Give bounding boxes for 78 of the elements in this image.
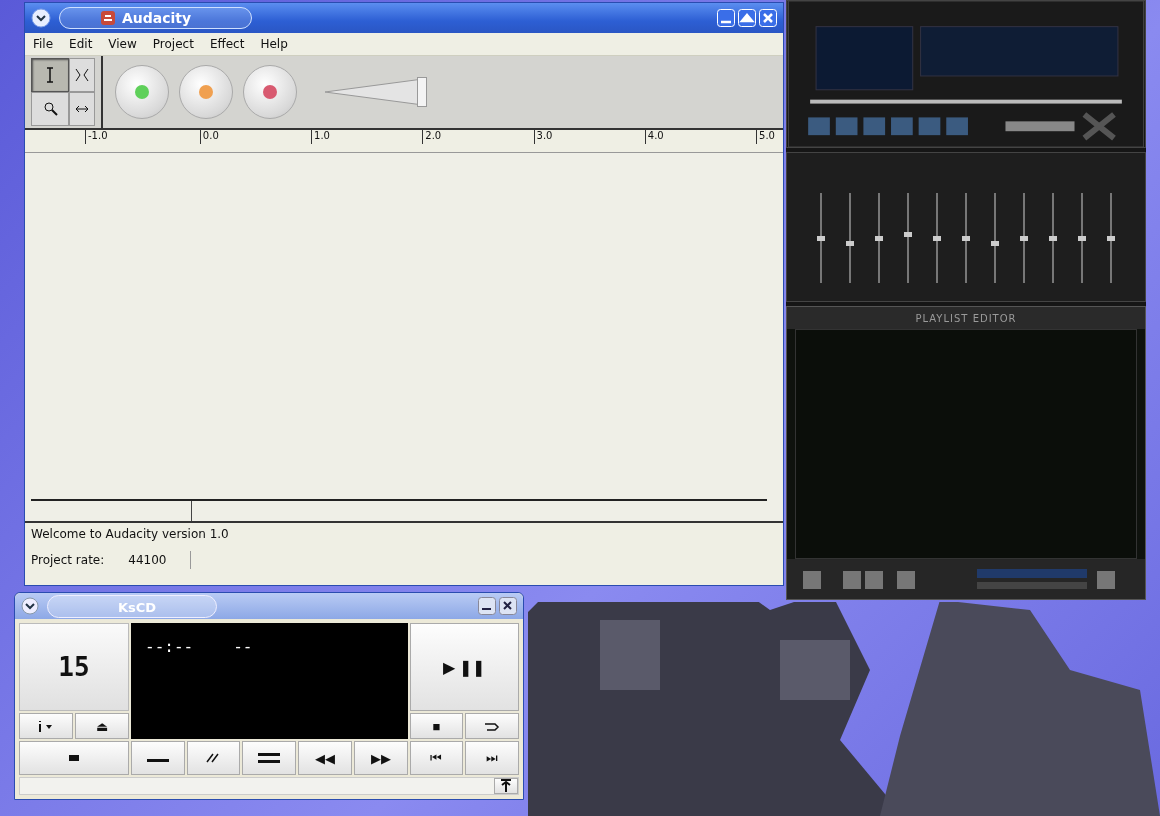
ruler-label: 1.0	[311, 130, 330, 144]
ruler-label: 3.0	[533, 130, 553, 144]
close-button[interactable]	[499, 597, 517, 615]
window-menu-icon[interactable]	[21, 597, 39, 615]
project-rate-value[interactable]: 44100	[128, 553, 167, 567]
equalizer-slider[interactable]	[962, 193, 970, 283]
maximize-button[interactable]	[738, 9, 756, 27]
slider-knob[interactable]	[904, 231, 913, 237]
window-menu-icon[interactable]	[31, 8, 51, 28]
volume-slider-thumb[interactable]	[416, 77, 427, 107]
info-button[interactable]	[19, 713, 73, 739]
ruler-label: 2.0	[422, 130, 442, 144]
menu-item[interactable]: Effect	[209, 37, 245, 51]
fast-forward-button[interactable]: ▶▶	[353, 741, 408, 775]
slider-knob[interactable]	[1048, 236, 1057, 241]
equalizer-slider[interactable]	[1077, 193, 1086, 283]
menu-item[interactable]: Project	[152, 37, 194, 51]
equalizer-slider[interactable]	[875, 193, 884, 283]
loop-button[interactable]	[465, 713, 519, 739]
menu-item[interactable]: File	[33, 37, 54, 51]
ruler-label: 5.0	[756, 130, 775, 144]
dot-icon	[198, 84, 214, 100]
status-text: Welcome to Audacity version 1.0	[31, 527, 230, 541]
equalizer-slider[interactable]	[933, 193, 942, 283]
slash-icon	[205, 752, 222, 764]
menu-item[interactable]: Edit	[69, 37, 93, 51]
project-rate-label: Project rate:	[31, 553, 105, 567]
tool-button[interactable]	[69, 92, 95, 126]
ruler-label: 0.0	[199, 130, 219, 144]
minimize-button[interactable]	[478, 597, 496, 615]
menu-item[interactable]: Help	[260, 37, 288, 51]
slider-knob[interactable]	[990, 240, 999, 246]
play-pause-button[interactable]: ▶ ❚❚	[409, 623, 519, 711]
equalizer-slider[interactable]	[1106, 193, 1115, 283]
dot-icon	[134, 84, 150, 100]
eject-button[interactable]: ⏏	[75, 713, 129, 739]
slider-knob[interactable]	[817, 236, 826, 241]
playlist-title: PLAYLIST EDITOR	[915, 312, 1017, 324]
track-number: 15	[19, 623, 129, 711]
window-title: KsCD	[118, 599, 157, 615]
volume-slider-track[interactable]	[323, 75, 427, 109]
equalizer-slider[interactable]	[990, 193, 999, 283]
plus-button[interactable]	[242, 741, 297, 775]
menu-item[interactable]: View	[108, 37, 137, 51]
stop-button[interactable]: ■	[409, 713, 464, 739]
tool-button[interactable]	[69, 58, 95, 92]
slider-knob[interactable]	[1106, 236, 1115, 241]
next-track-button[interactable]: ⏭	[465, 741, 519, 775]
lcd-text: --	[233, 637, 253, 656]
slider-knob[interactable]	[933, 236, 942, 241]
equalizer-slider[interactable]	[817, 193, 826, 283]
tool-button[interactable]	[31, 92, 69, 126]
equalizer-slider[interactable]	[904, 193, 913, 283]
loop-icon	[483, 720, 502, 732]
record-button[interactable]	[243, 65, 297, 119]
window-title: Audacity	[122, 10, 192, 26]
dock-button[interactable]	[494, 778, 518, 794]
dash-icon	[69, 755, 79, 761]
lcd-text: --:--	[145, 637, 194, 656]
dot-icon	[262, 84, 278, 100]
ruler-label: 4.0	[644, 130, 664, 144]
pin-icon	[500, 779, 512, 793]
volume-slider-button[interactable]	[19, 741, 129, 775]
equals-icon	[258, 752, 281, 764]
slider-knob[interactable]	[846, 240, 855, 246]
equalizer-slider[interactable]	[1019, 193, 1028, 283]
equalizer-slider[interactable]	[1048, 193, 1057, 283]
slider-knob[interactable]	[1019, 236, 1028, 241]
slider-knob[interactable]	[875, 236, 884, 241]
minus-button[interactable]	[131, 741, 185, 775]
tool-button[interactable]	[31, 58, 69, 92]
previous-track-button[interactable]: ⏮	[409, 741, 464, 775]
rewind-button[interactable]: ◀◀	[298, 741, 352, 775]
equalizer-slider[interactable]	[846, 193, 855, 283]
ruler-label: -1.0	[85, 130, 108, 144]
slider-knob[interactable]	[962, 236, 970, 241]
app-icon	[100, 10, 116, 26]
slider-knob[interactable]	[1077, 236, 1086, 241]
